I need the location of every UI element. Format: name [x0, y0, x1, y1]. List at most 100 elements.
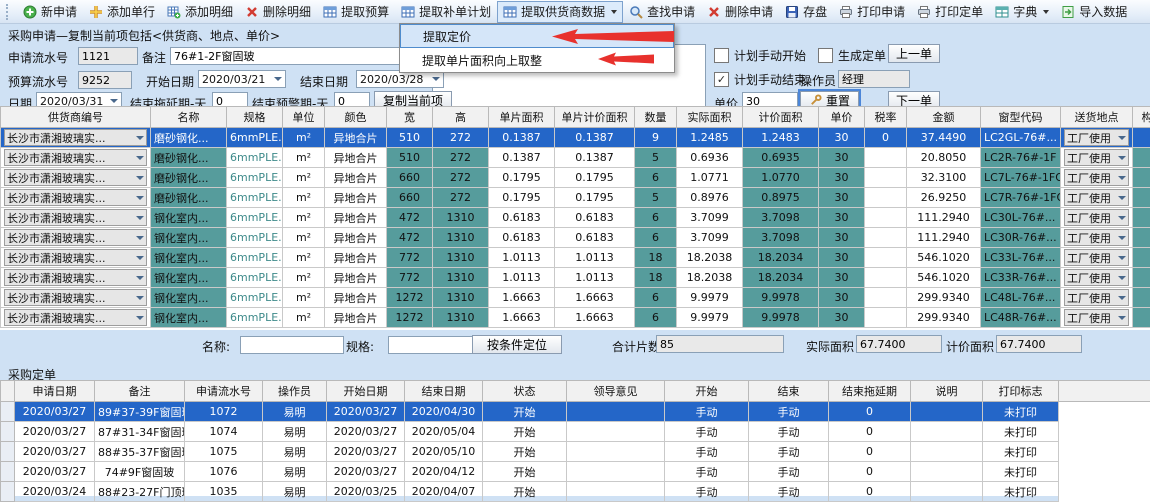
operator-input[interactable] — [838, 70, 910, 88]
toolbar-button-print-order[interactable]: 打印定单 — [911, 1, 989, 23]
column-header[interactable]: 结束拖延期 — [829, 381, 911, 402]
cell-col16[interactable]: 工厂使用 — [1061, 308, 1133, 328]
cell-col0[interactable]: 长沙市潇湘玻璃实... — [1, 188, 151, 208]
cell-col10: 3.7099 — [677, 228, 743, 248]
column-header[interactable]: 税率 — [865, 107, 907, 128]
column-header[interactable]: 数量 — [635, 107, 677, 128]
table-row[interactable]: 长沙市潇湘玻璃实...磨砂钢化...6mmPLE...m²异地合片5102720… — [1, 148, 1150, 168]
cell-col0[interactable]: 长沙市潇湘玻璃实... — [1, 288, 151, 308]
table-row[interactable]: 长沙市潇湘玻璃实...磨砂钢化...6mmPLE...m²异地合片5102720… — [1, 128, 1150, 148]
dict-icon — [995, 5, 1009, 19]
toolbar-button-print-application[interactable]: 打印申请 — [833, 1, 911, 23]
cell-col0[interactable]: 长沙市潇湘玻璃实... — [1, 208, 151, 228]
cell-col0[interactable]: 长沙市潇湘玻璃实... — [1, 148, 151, 168]
column-header[interactable]: 颜色 — [325, 107, 387, 128]
cell-col16[interactable]: 工厂使用 — [1061, 288, 1133, 308]
toolbar-button-extract-budget[interactable]: 提取预算 — [317, 1, 395, 23]
cell-col16[interactable]: 工厂使用 — [1061, 208, 1133, 228]
toolbar-button-add-row[interactable]: 添加单行 — [83, 1, 161, 23]
start-date-combobox[interactable]: 2020/03/21 — [198, 70, 286, 88]
generate-order-checkbox[interactable]: 生成定单 — [818, 47, 886, 64]
table-row[interactable]: 2020/03/2774#9F窗固玻1076易明2020/03/272020/0… — [1, 462, 1150, 482]
column-header[interactable]: 金额 — [907, 107, 981, 128]
cell-col0[interactable]: 长沙市潇湘玻璃实... — [1, 308, 151, 328]
cell-col16[interactable]: 工厂使用 — [1061, 188, 1133, 208]
column-header[interactable]: 开始 — [665, 381, 749, 402]
column-header[interactable]: 申请日期 — [15, 381, 95, 402]
combo-value: 长沙市潇湘玻璃实... — [7, 230, 106, 246]
name-filter-input[interactable] — [240, 336, 344, 354]
table-row[interactable]: 长沙市潇湘玻璃实...钢化室内...6mmPLE...m²异地合片1272131… — [1, 288, 1150, 308]
previous-order-button[interactable]: 上一单 — [888, 44, 940, 63]
column-header[interactable]: 实际面积 — [677, 107, 743, 128]
plan-manual-start-checkbox[interactable]: 计划手动开始 — [714, 47, 806, 64]
table-row[interactable]: 长沙市潇湘玻璃实...钢化室内...6mmPLE...m²异地合片4721310… — [1, 208, 1150, 228]
column-header[interactable]: 单价 — [819, 107, 865, 128]
cell-col11: 0.8975 — [743, 188, 819, 208]
budget-serial-input[interactable] — [78, 71, 132, 89]
table-row[interactable]: 长沙市潇湘玻璃实...磨砂钢化...6mmPLE...m²异地合片6602720… — [1, 188, 1150, 208]
column-header[interactable]: 单片计价面积 — [555, 107, 635, 128]
toolbar-button-extract-supplier-data[interactable]: 提取供货商数据 — [497, 1, 623, 23]
remark-input[interactable] — [170, 47, 414, 65]
toolbar-button-dictionary[interactable]: 字典 — [989, 1, 1055, 23]
column-header[interactable]: 开始日期 — [327, 381, 405, 402]
column-header[interactable]: 申请流水号 — [185, 381, 263, 402]
column-header[interactable]: 计价面积 — [743, 107, 819, 128]
column-header[interactable]: 单片面积 — [489, 107, 555, 128]
toolbar-button-add-detail[interactable]: 添加明细 — [161, 1, 239, 23]
column-header[interactable]: 供货商编号 — [1, 107, 151, 128]
column-header[interactable]: 名称 — [151, 107, 227, 128]
column-header[interactable] — [1059, 381, 1150, 402]
plan-manual-end-checkbox[interactable]: ✓ 计划手动结束 — [714, 71, 806, 88]
cell-col0[interactable]: 长沙市潇湘玻璃实... — [1, 128, 151, 148]
column-header[interactable]: 规格 — [227, 107, 283, 128]
column-header[interactable]: 构件名称 — [1133, 107, 1150, 128]
cell-col16[interactable]: 工厂使用 — [1061, 228, 1133, 248]
toolbar-button-find-application[interactable]: 查找申请 — [623, 1, 701, 23]
combo-value: 工厂使用 — [1067, 170, 1111, 186]
table-row[interactable]: 长沙市潇湘玻璃实...磨砂钢化...6mmPLE...m²异地合片6602720… — [1, 168, 1150, 188]
cell-col16[interactable]: 工厂使用 — [1061, 128, 1133, 148]
toolbar-button-save[interactable]: 存盘 — [779, 1, 833, 23]
toolbar-button-delete-application[interactable]: 删除申请 — [701, 1, 779, 23]
table-row[interactable]: 长沙市潇湘玻璃实...钢化室内...6mmPLE...m²异地合片7721310… — [1, 248, 1150, 268]
table-row[interactable]: 2020/03/2488#23-27F门顶玻1035易明2020/03/2520… — [1, 482, 1150, 502]
cell-col16[interactable]: 工厂使用 — [1061, 148, 1133, 168]
column-header[interactable]: 结束 — [749, 381, 829, 402]
toolbar-button-delete-detail[interactable]: 删除明细 — [239, 1, 317, 23]
column-header[interactable]: 单位 — [283, 107, 325, 128]
column-header[interactable]: 领导意见 — [567, 381, 665, 402]
column-header[interactable]: 打印标志 — [983, 381, 1059, 402]
cell-col0[interactable]: 长沙市潇湘玻璃实... — [1, 228, 151, 248]
column-header[interactable]: 操作员 — [263, 381, 327, 402]
column-header[interactable]: 状态 — [483, 381, 567, 402]
cell-col5: 2020/05/04 — [405, 422, 483, 442]
toolbar-button-extract-supplement-plan[interactable]: 提取补单计划 — [395, 1, 497, 23]
table-row[interactable]: 2020/03/2789#37-39F窗固玻1072易明2020/03/2720… — [1, 402, 1150, 422]
cell-col0[interactable]: 长沙市潇湘玻璃实... — [1, 268, 151, 288]
cell-col16[interactable]: 工厂使用 — [1061, 268, 1133, 288]
cell-col10: 0 — [829, 422, 911, 442]
column-header[interactable]: 备注 — [95, 381, 185, 402]
column-header[interactable]: 送货地点 — [1061, 107, 1133, 128]
table-row[interactable]: 长沙市潇湘玻璃实...钢化室内...6mmPLE...m²异地合片4721310… — [1, 228, 1150, 248]
table-row[interactable]: 2020/03/2787#31-34F窗固玻1074易明2020/03/2720… — [1, 422, 1150, 442]
cell-col0[interactable]: 长沙市潇湘玻璃实... — [1, 248, 151, 268]
table-row[interactable]: 长沙市潇湘玻璃实...钢化室内...6mmPLE...m²异地合片7721310… — [1, 268, 1150, 288]
table-row[interactable]: 长沙市潇湘玻璃实...钢化室内...6mmPLE...m²异地合片1272131… — [1, 308, 1150, 328]
apply-serial-input[interactable] — [78, 47, 138, 65]
toolbar-button-new-application[interactable]: 新申请 — [17, 1, 83, 23]
cell-col16[interactable]: 工厂使用 — [1061, 168, 1133, 188]
cell-col16[interactable]: 工厂使用 — [1061, 248, 1133, 268]
toolbar-button-import-data[interactable]: 导入数据 — [1055, 1, 1133, 23]
column-header[interactable]: 宽 — [387, 107, 433, 128]
locate-by-condition-button[interactable]: 按条件定位 — [472, 335, 562, 354]
column-header[interactable]: 窗型代码 — [981, 107, 1061, 128]
column-header[interactable] — [1, 381, 15, 402]
column-header[interactable]: 说明 — [911, 381, 983, 402]
cell-col0[interactable]: 长沙市潇湘玻璃实... — [1, 168, 151, 188]
table-row[interactable]: 2020/03/2788#35-37F窗固玻1075易明2020/03/2720… — [1, 442, 1150, 462]
column-header[interactable]: 高 — [433, 107, 489, 128]
column-header[interactable]: 结束日期 — [405, 381, 483, 402]
